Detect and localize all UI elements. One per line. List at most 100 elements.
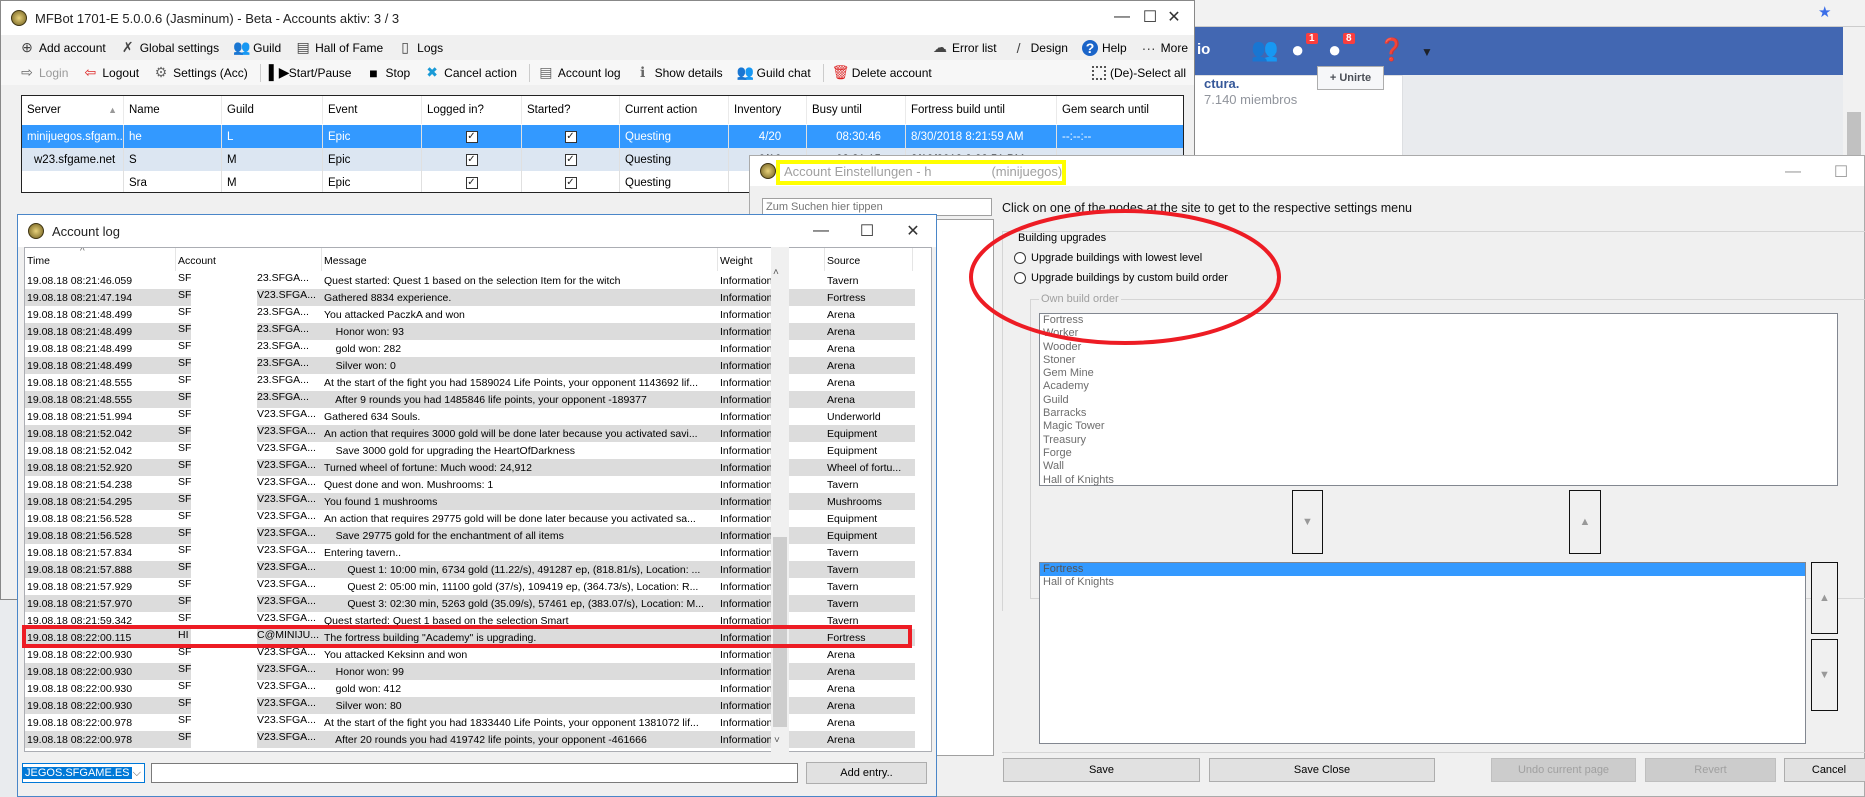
cell-name: Sra — [124, 171, 222, 192]
menu-help[interactable]: ? Help — [1076, 37, 1133, 59]
menu-label: Add account — [39, 40, 106, 55]
checkbox[interactable]: ✓ — [465, 130, 478, 143]
column-header[interactable]: Server ▲ — [22, 96, 124, 124]
log-scrollbar[interactable]: ˄ ˅ — [771, 247, 789, 752]
stop-button[interactable]: ■ Stop — [359, 62, 416, 84]
log-entry-input[interactable] — [151, 763, 798, 783]
log-column-header[interactable]: Account — [176, 248, 322, 271]
login-button[interactable]: ⇨ Login — [13, 62, 74, 84]
scroll-up-icon[interactable]: ˄ — [773, 267, 779, 278]
log-column-header[interactable]: Source — [825, 248, 913, 271]
column-header[interactable]: Logged in? — [422, 96, 522, 124]
log-message: Quest 3: 02:30 min, 5263 gold (35.09/s),… — [324, 597, 704, 610]
building-item[interactable]: Forge — [1040, 447, 1837, 460]
menu-guild[interactable]: 👥 Guild — [227, 37, 287, 59]
build-order-list[interactable]: Fortress Hall of Knights — [1039, 562, 1806, 744]
fb-nav-text[interactable]: io — [1197, 41, 1210, 58]
order-up-button[interactable]: ▲ — [1811, 562, 1838, 634]
caret-down-icon[interactable]: ▼ — [1421, 45, 1433, 59]
select-all-label: (De)-Select all — [1109, 65, 1186, 80]
building-item[interactable]: Magic Tower — [1040, 420, 1837, 433]
column-header[interactable]: Busy until — [807, 96, 906, 124]
menu-error-list[interactable]: ☁ Error list — [926, 37, 1003, 59]
account-suffix: V23.SFGA... — [257, 442, 316, 454]
chevron-down-icon: ⌵ — [132, 766, 141, 779]
revert-button[interactable]: Revert — [1645, 758, 1776, 782]
order-down-button[interactable]: ▼ — [1811, 639, 1838, 711]
save-button[interactable]: Save — [1003, 758, 1200, 782]
account-prefix: SF — [178, 374, 191, 386]
log-column-header[interactable]: Time ^ — [25, 248, 176, 271]
checkbox[interactable]: ✓ — [465, 176, 478, 189]
checkbox[interactable]: ✓ — [564, 153, 577, 166]
friends-icon[interactable]: 👥 — [1251, 37, 1278, 63]
checkbox[interactable]: ✓ — [564, 176, 577, 189]
menu-hall-of-fame[interactable]: ▤ Hall of Fame — [289, 37, 389, 59]
close-icon[interactable]: ✕ — [890, 215, 936, 247]
log-account: SF V23.SFGA... — [176, 578, 322, 595]
building-item[interactable]: Treasury — [1040, 434, 1837, 447]
help-icon[interactable]: ❓ — [1378, 37, 1405, 63]
column-label: Message — [324, 255, 367, 267]
building-item[interactable]: Barracks — [1040, 407, 1837, 420]
building-item[interactable]: Academy — [1040, 380, 1837, 393]
column-header[interactable]: Guild — [222, 96, 323, 124]
settings-acc--button[interactable]: ⚙ Settings (Acc) — [147, 62, 254, 84]
bookmark-star-icon[interactable]: ★ — [1818, 3, 1831, 21]
cancel-button[interactable]: Cancel — [1784, 758, 1865, 782]
log-source: Arena — [827, 682, 856, 695]
cell-logged_in: ✓ — [422, 171, 522, 192]
building-item[interactable]: Stoner — [1040, 354, 1837, 367]
menu-design[interactable]: / Design — [1005, 37, 1074, 59]
order-item[interactable]: Fortress — [1040, 563, 1805, 577]
join-button[interactable]: + Unirte — [1317, 66, 1384, 90]
checkbox[interactable]: ✓ — [564, 130, 577, 143]
show-details-button[interactable]: ℹ Show details — [629, 62, 729, 84]
menu-add-account[interactable]: ⊕ Add account — [13, 37, 112, 59]
column-header[interactable]: Event — [323, 96, 422, 124]
cancel-action-button[interactable]: ✖ Cancel action — [418, 62, 523, 84]
start-pause-button[interactable]: ▌▶ Start/Pause — [263, 62, 358, 84]
maximize-icon[interactable]: ☐ — [1818, 156, 1864, 188]
redaction-block — [191, 663, 257, 680]
maximize-icon[interactable]: ☐ — [844, 215, 890, 247]
column-header[interactable]: Inventory — [729, 96, 807, 124]
column-header[interactable]: Fortress build until — [906, 96, 1057, 124]
building-item[interactable]: Gem Mine — [1040, 367, 1837, 380]
column-header[interactable]: Gem search until — [1057, 96, 1183, 124]
select-all-button[interactable]: (De)-Select all — [1086, 62, 1192, 84]
column-header[interactable]: Started? — [522, 96, 620, 124]
building-item[interactable]: Guild — [1040, 394, 1837, 407]
scroll-down-icon[interactable]: ˅ — [774, 735, 780, 746]
arrow-up-icon: ▲ — [1579, 516, 1591, 528]
column-header[interactable]: Name — [124, 96, 222, 124]
account-log-button[interactable]: ▤ Account log — [532, 62, 627, 84]
order-item[interactable]: Hall of Knights — [1040, 576, 1805, 589]
account-row[interactable]: minijuegos.sfgam... he L Epic ✓ ✓ Questing 4/20… — [22, 125, 1183, 148]
menu-more[interactable]: ··· More — [1135, 37, 1194, 59]
server-select[interactable]: JEGOS.SFGAME.ES ⌵ — [22, 763, 145, 783]
checkbox[interactable]: ✓ — [465, 153, 478, 166]
move-down-button[interactable]: ▼ — [1292, 490, 1323, 554]
menu-logs[interactable]: ▯ Logs — [391, 37, 449, 59]
log-column-header[interactable]: Message — [322, 248, 718, 271]
building-item[interactable]: Wall — [1040, 460, 1837, 473]
arrow-up-icon: ▲ — [1819, 592, 1830, 604]
close-icon[interactable]: ✕ — [1151, 1, 1197, 33]
undo-page-button[interactable]: Undo current page — [1491, 758, 1636, 782]
logout-button[interactable]: ⇦ Logout — [76, 62, 145, 84]
messenger-icon[interactable]: ● — [1291, 37, 1304, 63]
delete-account-button[interactable]: 🗑 Delete account — [826, 62, 938, 84]
minimize-icon[interactable]: — — [798, 215, 844, 247]
move-up-button[interactable]: ▲ — [1569, 490, 1601, 554]
menu-global-settings[interactable]: ✗ Global settings — [114, 37, 225, 59]
column-header[interactable]: Current action — [620, 96, 729, 124]
globe-icon[interactable]: ● — [1328, 37, 1341, 63]
minimize-icon[interactable]: — — [1770, 156, 1816, 188]
save-close-button[interactable]: Save Close — [1209, 758, 1435, 782]
add-entry-button[interactable]: Add entry.. — [806, 762, 927, 784]
group-name[interactable]: ctura. — [1204, 76, 1239, 91]
guild-chat-button[interactable]: 👥 Guild chat — [731, 62, 817, 84]
brush-icon: / — [1016, 39, 1021, 56]
building-item[interactable]: Hall of Knights — [1040, 474, 1837, 487]
